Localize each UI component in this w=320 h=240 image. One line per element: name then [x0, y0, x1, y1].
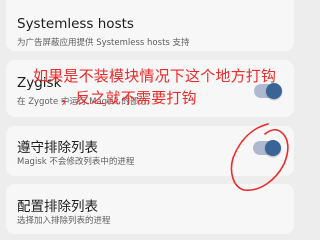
enforce-denylist-card: 遵守排除列表 Magisk 不会修改列表中的进程 [6, 126, 294, 176]
settings-screen: { "colors": { "background": "#ededed", "… [0, 0, 300, 235]
zygisk-title: Zygisk [17, 75, 62, 91]
zygisk-card: Zygisk 在 Zygote 中运行 Magisk 的部分 [6, 60, 294, 117]
configure-denylist-card[interactable]: 配置排除列表 选择加入排除列表的进程 [6, 184, 294, 234]
systemless-hosts-card[interactable]: Systemless hosts 为广告屏蔽应用提供 Systemless ho… [6, 0, 294, 51]
enforce-denylist-title: 遵守排除列表 [17, 140, 98, 156]
zygisk-subtitle: 在 Zygote 中运行 Magisk 的部分 [17, 97, 147, 107]
enforce-denylist-toggle-knob [265, 140, 281, 156]
zygisk-toggle-knob [266, 83, 282, 99]
configure-denylist-subtitle: 选择加入排除列表的进程 [17, 216, 111, 226]
systemless-hosts-subtitle: 为广告屏蔽应用提供 Systemless hosts 支持 [17, 38, 190, 48]
systemless-hosts-title: Systemless hosts [17, 16, 134, 32]
enforce-denylist-toggle[interactable] [253, 140, 281, 156]
configure-denylist-title: 配置排除列表 [17, 199, 98, 215]
enforce-denylist-subtitle: Magisk 不会修改列表中的进程 [17, 157, 135, 167]
zygisk-toggle[interactable] [254, 83, 282, 99]
